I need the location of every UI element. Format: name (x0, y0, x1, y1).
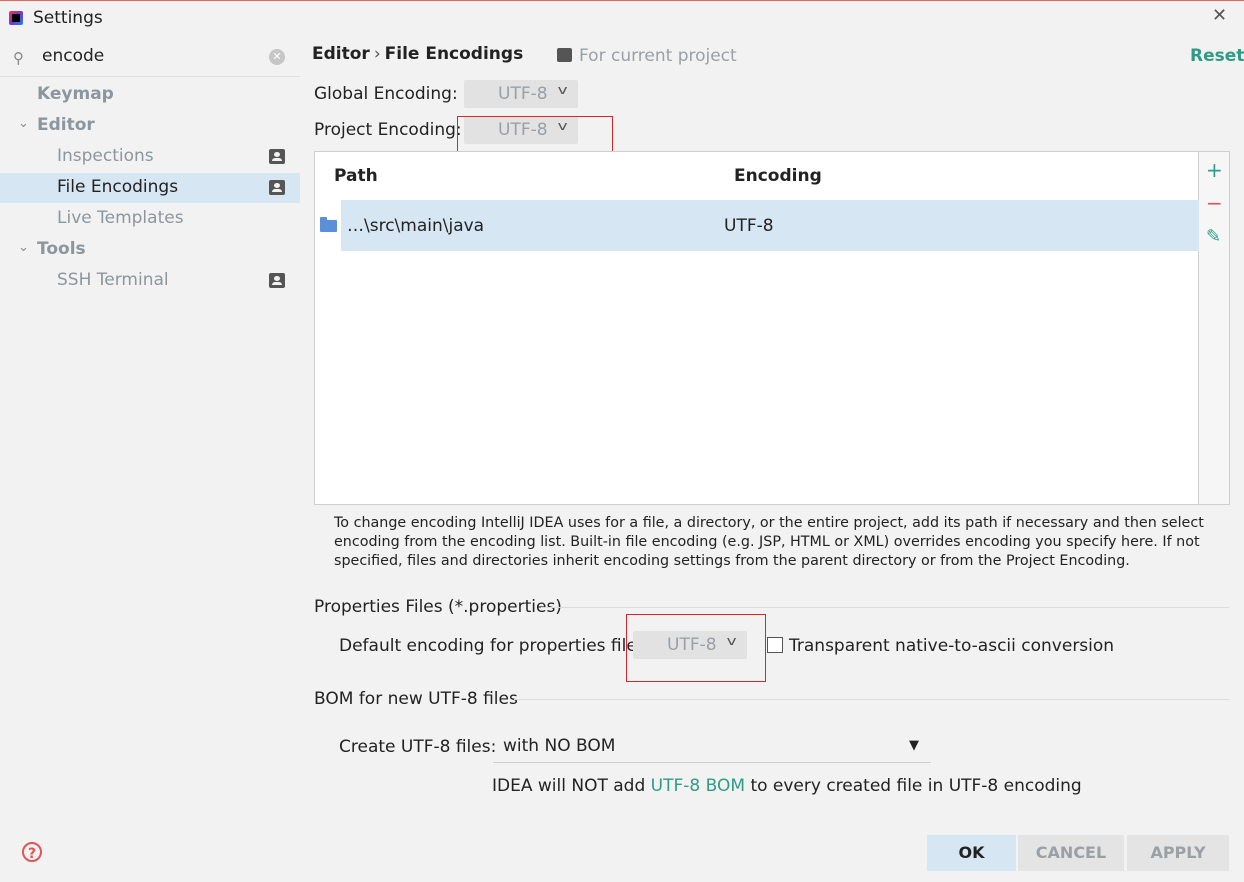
help-icon[interactable]: ? (22, 842, 42, 862)
project-scope-icon (269, 149, 285, 164)
column-header-encoding[interactable]: Encoding (734, 166, 822, 186)
table-cell-encoding[interactable]: UTF-8 (724, 216, 774, 236)
sidebar-item-ssh-terminal[interactable]: SSH Terminal (0, 266, 300, 296)
project-scope-icon (269, 180, 285, 195)
intellij-app-icon (9, 11, 23, 25)
global-encoding-value: UTF-8 (498, 84, 548, 104)
bom-note-text: IDEA will NOT add (492, 776, 646, 796)
cancel-button[interactable]: CANCEL (1018, 835, 1124, 871)
sidebar-item-label: Editor (37, 115, 95, 135)
scope-label: For current project (557, 46, 737, 66)
clear-search-icon[interactable]: ✕ (269, 49, 285, 65)
sidebar-item-file-encodings[interactable]: File Encodings (0, 173, 300, 203)
sidebar-item-label: Keymap (37, 84, 114, 104)
native-to-ascii-label[interactable]: Transparent native-to-ascii conversion (789, 636, 1114, 656)
table-toolbar: + − ✎ (1199, 151, 1230, 505)
dropdown-triangle-icon: ▼ (909, 738, 919, 753)
bom-section-title: BOM for new UTF-8 files (314, 689, 518, 709)
settings-search: ⚲ ✕ (0, 36, 300, 77)
highlight-box-properties-encoding (626, 614, 766, 682)
chevron-down-icon: v (557, 83, 568, 97)
remove-icon[interactable]: − (1206, 193, 1223, 213)
sidebar-item-label: Tools (37, 239, 86, 259)
bom-select-value: with NO BOM (503, 736, 616, 756)
sidebar-item-tools[interactable]: ⌄ Tools (0, 235, 300, 265)
encoding-description: To change encoding IntelliJ IDEA uses fo… (334, 515, 1204, 569)
sidebar-item-keymap[interactable]: Keymap (0, 80, 300, 110)
sidebar-item-live-templates[interactable]: Live Templates (0, 204, 300, 234)
project-scope-icon (269, 273, 285, 288)
global-encoding-label: Global Encoding: (314, 84, 458, 104)
ok-button[interactable]: OK (927, 835, 1016, 871)
reset-link[interactable]: Reset (1190, 46, 1244, 66)
breadcrumb: Editor › File Encodings (312, 44, 523, 64)
breadcrumb-separator-icon: › (373, 44, 381, 64)
sidebar-item-label: Inspections (57, 146, 154, 166)
bom-note: IDEA will NOT add UTF-8 BOM to every cre… (492, 776, 1082, 796)
column-header-path[interactable]: Path (334, 166, 378, 186)
path-encoding-table: Path Encoding …\src\main\java UTF-8 (314, 151, 1199, 505)
folder-icon (320, 217, 337, 232)
sidebar-item-editor[interactable]: ⌄ Editor (0, 111, 300, 141)
breadcrumb-editor[interactable]: Editor (312, 44, 370, 64)
bom-select[interactable]: with NO BOM ▼ (493, 730, 931, 763)
sidebar-item-label: SSH Terminal (57, 270, 169, 290)
search-icon: ⚲ (13, 49, 24, 67)
apply-button[interactable]: APPLY (1127, 835, 1229, 871)
close-icon[interactable]: ✕ (1212, 5, 1227, 26)
table-cell-path: …\src\main\java (347, 216, 485, 236)
edit-icon[interactable]: ✎ (1206, 227, 1221, 247)
title-bar: Settings ✕ (0, 1, 1244, 35)
window-title: Settings (33, 8, 103, 28)
native-to-ascii-checkbox[interactable] (767, 637, 783, 653)
chevron-down-icon[interactable]: ⌄ (18, 116, 29, 131)
bom-note-text: to every created file in UTF-8 encoding (750, 776, 1082, 796)
add-icon[interactable]: + (1206, 160, 1223, 180)
search-input[interactable] (42, 44, 252, 68)
utf8-bom-link[interactable]: UTF-8 BOM (651, 776, 745, 796)
breadcrumb-file-encodings: File Encodings (384, 44, 524, 64)
section-divider (541, 607, 1229, 608)
section-divider (514, 699, 1229, 700)
sidebar-item-label: File Encodings (57, 177, 179, 197)
chevron-down-icon[interactable]: ⌄ (18, 240, 29, 255)
sidebar-item-label: Live Templates (57, 208, 184, 228)
sidebar-item-inspections[interactable]: Inspections (0, 142, 300, 172)
properties-section-title: Properties Files (*.properties) (314, 597, 562, 617)
project-encoding-label: Project Encoding: (314, 120, 462, 140)
create-utf8-label: Create UTF-8 files: (339, 737, 497, 757)
properties-encoding-label: Default encoding for properties files: (339, 636, 652, 656)
project-scope-icon (557, 48, 572, 62)
scope-text: For current project (579, 46, 737, 66)
global-encoding-select[interactable]: UTF-8 v (464, 80, 578, 108)
